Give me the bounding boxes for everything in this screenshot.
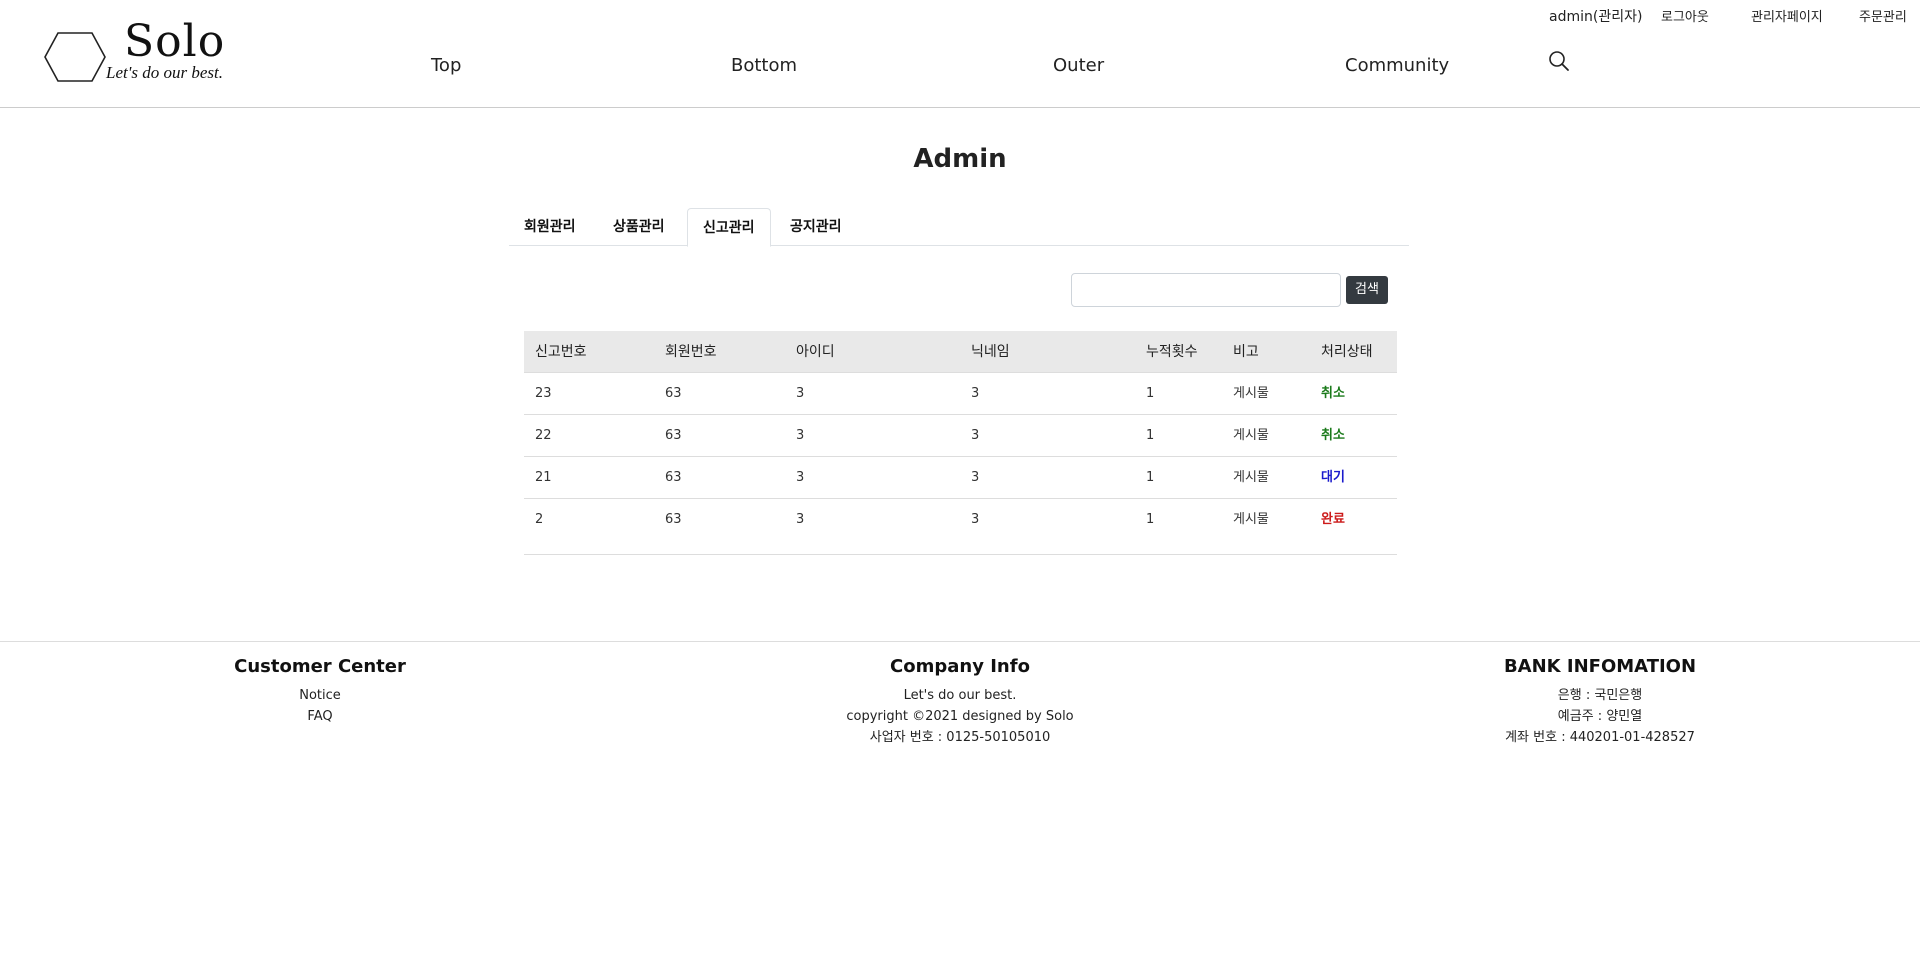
header-report-no: 신고번호 bbox=[535, 344, 587, 360]
cell-member-no: 63 bbox=[665, 512, 682, 527]
header-divider bbox=[0, 107, 1920, 108]
user-name-link[interactable]: admin(관리자) bbox=[1549, 6, 1642, 26]
cell-note: 게시물 bbox=[1233, 512, 1269, 527]
site-logo[interactable]: Solo Let's do our best. bbox=[44, 18, 274, 88]
nav-top[interactable]: Top bbox=[431, 55, 461, 76]
table-row[interactable]: 21 63 3 3 1 게시물 대기 bbox=[524, 457, 1397, 499]
header-id: 아이디 bbox=[796, 344, 835, 360]
search-button[interactable]: 검색 bbox=[1346, 276, 1388, 304]
cell-count: 1 bbox=[1146, 386, 1155, 401]
footer-faq-link[interactable]: FAQ bbox=[120, 706, 520, 727]
cell-count: 1 bbox=[1146, 428, 1155, 443]
table-row[interactable]: 22 63 3 3 1 게시물 취소 bbox=[524, 415, 1397, 457]
footer-account-number: 계좌 번호 : 440201-01-428527 bbox=[1505, 730, 1695, 745]
cell-count: 1 bbox=[1146, 512, 1155, 527]
cell-note: 게시물 bbox=[1233, 386, 1269, 401]
cell-member-no: 63 bbox=[665, 470, 682, 485]
footer-copyright: copyright ©2021 designed by Solo bbox=[846, 709, 1074, 724]
admin-tabs: 회원관리 상품관리 신고관리 공지관리 bbox=[509, 208, 1409, 247]
footer-bank-info-title: BANK INFOMATION bbox=[1503, 656, 1697, 677]
order-management-link[interactable]: 주문관리 bbox=[1859, 6, 1907, 25]
cell-id: 3 bbox=[796, 386, 805, 401]
footer-divider bbox=[0, 641, 1920, 642]
tab-product-management[interactable]: 상품관리 bbox=[598, 208, 680, 246]
admin-page-link[interactable]: 관리자페이지 bbox=[1751, 6, 1823, 25]
cell-report-no: 2 bbox=[535, 512, 544, 527]
footer-business-number: 사업자 번호 : 0125-50105010 bbox=[869, 730, 1051, 745]
header-status: 처리상태 bbox=[1321, 344, 1373, 360]
cell-member-no: 63 bbox=[665, 428, 682, 443]
status-badge[interactable]: 취소 bbox=[1321, 415, 1345, 457]
cell-nickname: 3 bbox=[971, 512, 980, 527]
tab-member-management[interactable]: 회원관리 bbox=[509, 208, 591, 246]
header-member-no: 회원번호 bbox=[665, 344, 717, 360]
tab-report-management[interactable]: 신고관리 bbox=[687, 208, 771, 247]
cell-member-no: 63 bbox=[665, 386, 682, 401]
cell-id: 3 bbox=[796, 428, 805, 443]
footer-customer-center: Customer Center Notice FAQ bbox=[120, 656, 520, 727]
table-row[interactable]: 23 63 3 3 1 게시물 취소 bbox=[524, 373, 1397, 415]
status-badge[interactable]: 대기 bbox=[1321, 457, 1345, 499]
search-input[interactable] bbox=[1071, 273, 1341, 307]
footer-company-info: Company Info Let's do our best. copyrigh… bbox=[760, 656, 1160, 748]
search-icon[interactable] bbox=[1548, 50, 1570, 76]
footer-slogan: Let's do our best. bbox=[903, 688, 1017, 703]
footer-bank-info: BANK INFOMATION 은행 : 국민은행 예금주 : 양민열 계좌 번… bbox=[1400, 656, 1800, 748]
table-header: 신고번호 회원번호 아이디 닉네임 누적횟수 비고 처리상태 bbox=[524, 331, 1397, 373]
nav-outer[interactable]: Outer bbox=[1053, 55, 1104, 76]
hexagon-logo-icon bbox=[44, 32, 106, 82]
tab-notice-management[interactable]: 공지관리 bbox=[775, 208, 857, 246]
footer-customer-center-title: Customer Center bbox=[234, 656, 406, 677]
cell-nickname: 3 bbox=[971, 428, 980, 443]
header-count: 누적횟수 bbox=[1146, 344, 1198, 360]
footer-account-holder: 예금주 : 양민열 bbox=[1557, 709, 1643, 724]
logo-slogan: Let's do our best. bbox=[106, 63, 223, 82]
cell-report-no: 23 bbox=[535, 386, 552, 401]
header-note: 비고 bbox=[1233, 344, 1259, 360]
nav-bottom[interactable]: Bottom bbox=[731, 55, 797, 76]
table-bottom-divider bbox=[524, 554, 1397, 555]
cell-count: 1 bbox=[1146, 470, 1155, 485]
cell-report-no: 22 bbox=[535, 428, 552, 443]
logo-wordmark: Solo bbox=[124, 16, 226, 67]
cell-id: 3 bbox=[796, 512, 805, 527]
cell-id: 3 bbox=[796, 470, 805, 485]
cell-note: 게시물 bbox=[1233, 470, 1269, 485]
footer-bank-name: 은행 : 국민은행 bbox=[1557, 688, 1643, 703]
cell-nickname: 3 bbox=[971, 470, 980, 485]
footer-company-info-title: Company Info bbox=[890, 656, 1030, 677]
cell-nickname: 3 bbox=[971, 386, 980, 401]
logout-link[interactable]: 로그아웃 bbox=[1661, 6, 1709, 25]
footer-notice-link[interactable]: Notice bbox=[120, 685, 520, 706]
cell-report-no: 21 bbox=[535, 470, 552, 485]
status-badge[interactable]: 취소 bbox=[1321, 373, 1345, 415]
table-row[interactable]: 2 63 3 3 1 게시물 완료 bbox=[524, 499, 1397, 541]
header-nickname: 닉네임 bbox=[971, 344, 1010, 360]
status-badge[interactable]: 완료 bbox=[1321, 499, 1345, 541]
page-title: Admin bbox=[913, 144, 1007, 174]
report-table: 신고번호 회원번호 아이디 닉네임 누적횟수 비고 처리상태 23 63 3 3… bbox=[524, 331, 1397, 541]
cell-note: 게시물 bbox=[1233, 428, 1269, 443]
nav-community[interactable]: Community bbox=[1345, 55, 1449, 76]
